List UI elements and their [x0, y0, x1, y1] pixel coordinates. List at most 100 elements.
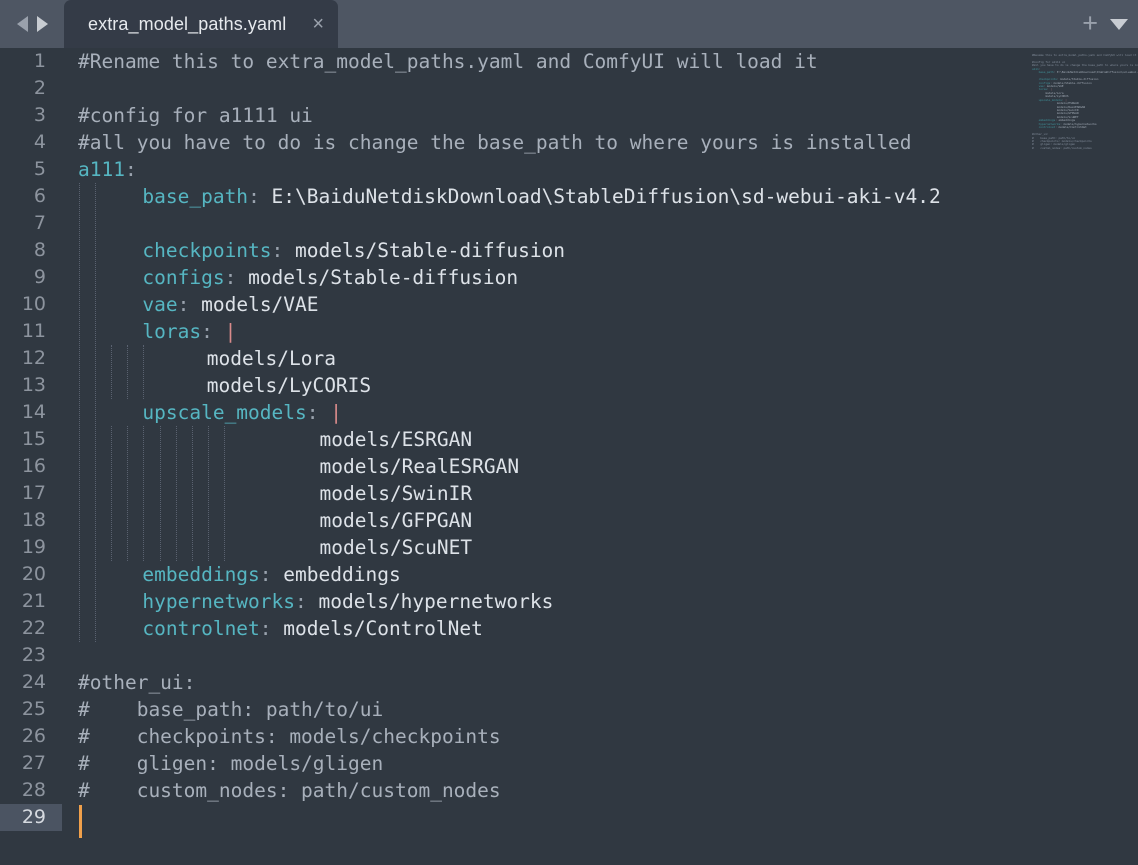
- code-editor[interactable]: 1 #Rename this to extra_model_paths.yaml …: [0, 48, 1138, 865]
- line-content[interactable]: loras: |: [142, 318, 236, 345]
- minimap-line: [1020, 150, 1138, 153]
- line-number: 7: [33, 212, 46, 234]
- code-line[interactable]: 21 hypernetworks: models/hypernetworks: [0, 588, 1138, 615]
- code-line[interactable]: 20 embeddings: embeddings: [0, 561, 1138, 588]
- code-line[interactable]: 11 loras: |: [0, 318, 1138, 345]
- code-lines[interactable]: 1 #Rename this to extra_model_paths.yaml …: [0, 48, 1138, 865]
- tab-bar-actions: +: [1082, 0, 1138, 48]
- code-line[interactable]: 6 base_path: E:\BaiduNetdiskDownload\Stab…: [0, 183, 1138, 210]
- line-content[interactable]: models/SwinIR: [320, 480, 473, 507]
- code-line[interactable]: 17 models/SwinIR: [0, 480, 1138, 507]
- tab-navigation-buttons: [0, 0, 64, 48]
- token-cmt: #all you have to do is change the base_p…: [78, 131, 912, 154]
- line-number: 26: [21, 725, 46, 747]
- line-number: 22: [21, 617, 46, 639]
- code-line[interactable]: 7: [0, 210, 1138, 237]
- token-key: upscale_models: [142, 401, 307, 424]
- token-cmt: #other_ui:: [78, 671, 196, 694]
- code-line[interactable]: 3 #config for a1111 ui: [0, 102, 1138, 129]
- line-content[interactable]: #other_ui:: [78, 669, 195, 696]
- code-line[interactable]: 4 #all you have to do is change the base_…: [0, 129, 1138, 156]
- token-key: configs: [142, 266, 225, 289]
- code-line[interactable]: 12 models/Lora: [0, 345, 1138, 372]
- token-key: a111: [78, 158, 125, 181]
- code-line[interactable]: 8 checkpoints: models/Stable-diffusion: [0, 237, 1138, 264]
- line-content[interactable]: models/GFPGAN: [320, 507, 473, 534]
- minimap[interactable]: #Rename this to extra_model_paths.yaml a…: [1020, 48, 1138, 865]
- line-content[interactable]: a111:: [78, 156, 137, 183]
- line-content[interactable]: vae: models/VAE: [142, 291, 318, 318]
- code-line[interactable]: 13 models/LyCORIS: [0, 372, 1138, 399]
- line-number: 12: [21, 347, 46, 369]
- token-val: embeddings: [271, 563, 401, 586]
- line-content[interactable]: base_path: E:\BaiduNetdiskDownload\Stabl…: [142, 183, 940, 210]
- code-line[interactable]: 10 vae: models/VAE: [0, 291, 1138, 318]
- code-line[interactable]: 5 a111:: [0, 156, 1138, 183]
- token-cmt: # base_path: path/to/ui: [78, 698, 384, 721]
- line-number: 24: [21, 671, 46, 693]
- code-line[interactable]: 28 # custom_nodes: path/custom_nodes: [0, 777, 1138, 804]
- line-content[interactable]: configs: models/Stable-diffusion: [142, 264, 518, 291]
- token-colon: :: [224, 266, 237, 289]
- line-content[interactable]: #Rename this to extra_model_paths.yaml a…: [78, 48, 818, 75]
- line-number: 2: [33, 77, 46, 99]
- code-line[interactable]: 27 # gligen: models/gligen: [0, 750, 1138, 777]
- line-content[interactable]: controlnet: models/ControlNet: [142, 615, 482, 642]
- line-content[interactable]: models/RealESRGAN: [320, 453, 520, 480]
- line-number: 3: [33, 104, 46, 126]
- code-line[interactable]: 25 # base_path: path/to/ui: [0, 696, 1138, 723]
- code-line[interactable]: 14 upscale_models: |: [0, 399, 1138, 426]
- token-key: embeddings: [142, 563, 260, 586]
- triangle-left-icon[interactable]: [16, 16, 28, 32]
- line-number: 15: [21, 428, 46, 450]
- code-line[interactable]: 2: [0, 75, 1138, 102]
- line-number: 5: [33, 158, 46, 180]
- line-content[interactable]: #all you have to do is change the base_p…: [78, 129, 912, 156]
- token-key: checkpoints: [142, 239, 272, 262]
- text-caret: [79, 805, 82, 838]
- add-tab-icon[interactable]: +: [1082, 9, 1098, 37]
- line-content[interactable]: # checkpoints: models/checkpoints: [78, 723, 501, 750]
- code-line[interactable]: 19 models/ScuNET: [0, 534, 1138, 561]
- token-colon: :: [177, 293, 190, 316]
- token-colon: :: [271, 239, 284, 262]
- token-val: models/ESRGAN: [319, 428, 473, 451]
- code-line[interactable]: 22 controlnet: models/ControlNet: [0, 615, 1138, 642]
- code-line[interactable]: 1 #Rename this to extra_model_paths.yaml …: [0, 48, 1138, 75]
- token-colon: :: [248, 185, 260, 208]
- line-content[interactable]: # gligen: models/gligen: [78, 750, 383, 777]
- code-line[interactable]: 24 #other_ui:: [0, 669, 1138, 696]
- line-content[interactable]: #config for a1111 ui: [78, 102, 313, 129]
- code-line[interactable]: 16 models/RealESRGAN: [0, 453, 1138, 480]
- tab-extra-model-paths-yaml[interactable]: extra_model_paths.yaml ×: [64, 0, 338, 48]
- line-content[interactable]: upscale_models: |: [142, 399, 342, 426]
- token-val: [213, 320, 225, 343]
- chevron-down-icon[interactable]: [1110, 18, 1128, 30]
- line-content[interactable]: checkpoints: models/Stable-diffusion: [142, 237, 565, 264]
- code-line[interactable]: 15 models/ESRGAN: [0, 426, 1138, 453]
- tab-label: extra_model_paths.yaml: [88, 13, 287, 34]
- line-content[interactable]: embeddings: embeddings: [142, 561, 400, 588]
- line-content[interactable]: models/ScuNET: [320, 534, 473, 561]
- code-line[interactable]: 18 models/GFPGAN: [0, 507, 1138, 534]
- code-line[interactable]: 23: [0, 642, 1138, 669]
- code-line[interactable]: 9 configs: models/Stable-diffusion: [0, 264, 1138, 291]
- line-content[interactable]: models/LyCORIS: [207, 372, 371, 399]
- token-val: models/VAE: [189, 293, 319, 316]
- triangle-right-icon[interactable]: [36, 16, 48, 32]
- token-key: hypernetworks: [142, 590, 296, 613]
- line-content[interactable]: # base_path: path/to/ui: [78, 696, 383, 723]
- line-content[interactable]: models/Lora: [207, 345, 336, 372]
- line-number: 4: [33, 131, 46, 153]
- token-colon: :: [259, 563, 272, 586]
- code-line[interactable]: 29: [0, 804, 1138, 831]
- close-icon[interactable]: ×: [312, 14, 324, 34]
- line-number: 10: [21, 293, 46, 315]
- line-content[interactable]: # custom_nodes: path/custom_nodes: [78, 777, 501, 804]
- line-content[interactable]: models/ESRGAN: [320, 426, 473, 453]
- token-pipe: |: [330, 401, 343, 424]
- line-number: 23: [21, 644, 46, 666]
- token-val: models/GFPGAN: [319, 509, 473, 532]
- line-content[interactable]: hypernetworks: models/hypernetworks: [142, 588, 553, 615]
- code-line[interactable]: 26 # checkpoints: models/checkpoints: [0, 723, 1138, 750]
